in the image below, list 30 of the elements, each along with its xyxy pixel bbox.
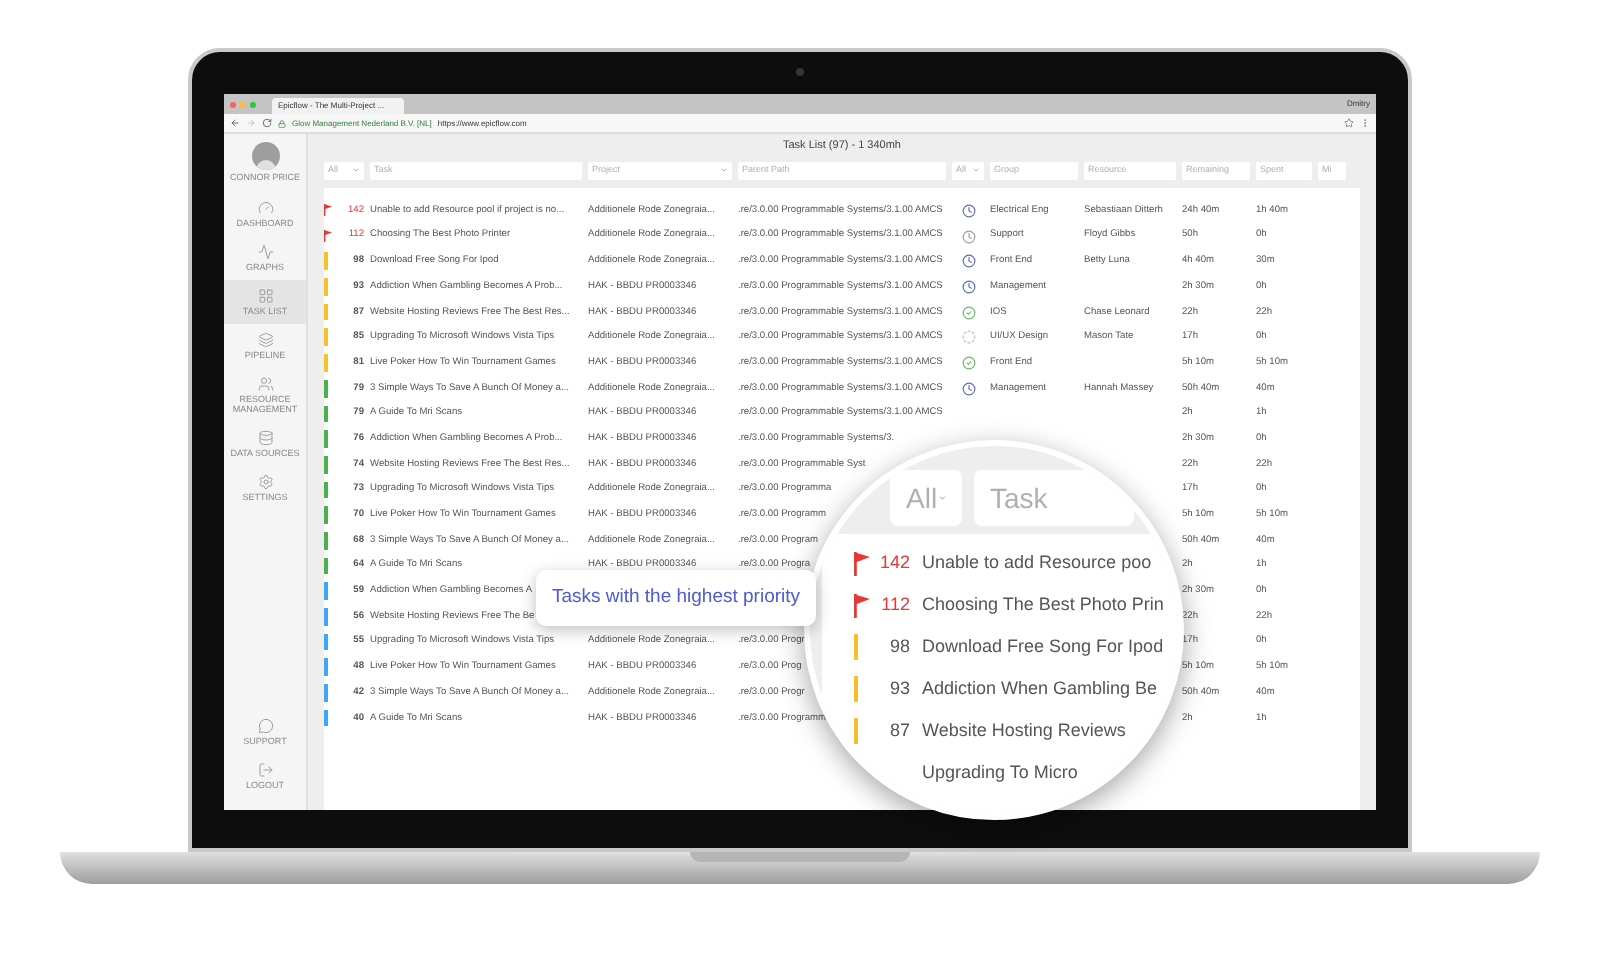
settings-icon: [257, 473, 273, 490]
task-name: Upgrading To Micro: [922, 759, 1078, 786]
gauge-icon: [257, 199, 273, 216]
task-name: Addiction When Gambling Be: [922, 675, 1158, 702]
task-name: Unable to add Resource poo: [922, 549, 1152, 576]
grid-icon: [257, 287, 273, 304]
chat-icon: [257, 718, 273, 734]
filter-select[interactable]: All: [890, 470, 962, 526]
graph-icon: [257, 243, 273, 260]
priority-value: 98: [889, 633, 910, 660]
forward-icon[interactable]: [246, 118, 256, 128]
reload-icon[interactable]: [262, 118, 272, 128]
camera-icon: [796, 68, 804, 76]
database-icon: [257, 429, 273, 446]
task-name: Website Hosting Reviews: [922, 717, 1126, 744]
task-name: Download Free Song For Ipod: [922, 633, 1164, 660]
priority-value: 142: [879, 549, 910, 576]
avatar: [251, 142, 279, 170]
priority-value: 112: [881, 591, 910, 618]
bookmark-icon[interactable]: [1344, 118, 1354, 128]
task-name: Choosing The Best Photo Prin: [922, 591, 1164, 618]
logout-icon: [257, 762, 273, 778]
layers-icon: [257, 331, 273, 348]
lock-icon: [278, 119, 286, 127]
priority-value: 93: [889, 675, 910, 702]
users-icon: [257, 375, 273, 392]
callout-text: Tasks with the highest priority: [551, 583, 801, 612]
filter-field[interactable]: Task: [974, 470, 1134, 526]
priority-value: 87: [889, 717, 910, 744]
back-icon[interactable]: [230, 118, 240, 128]
